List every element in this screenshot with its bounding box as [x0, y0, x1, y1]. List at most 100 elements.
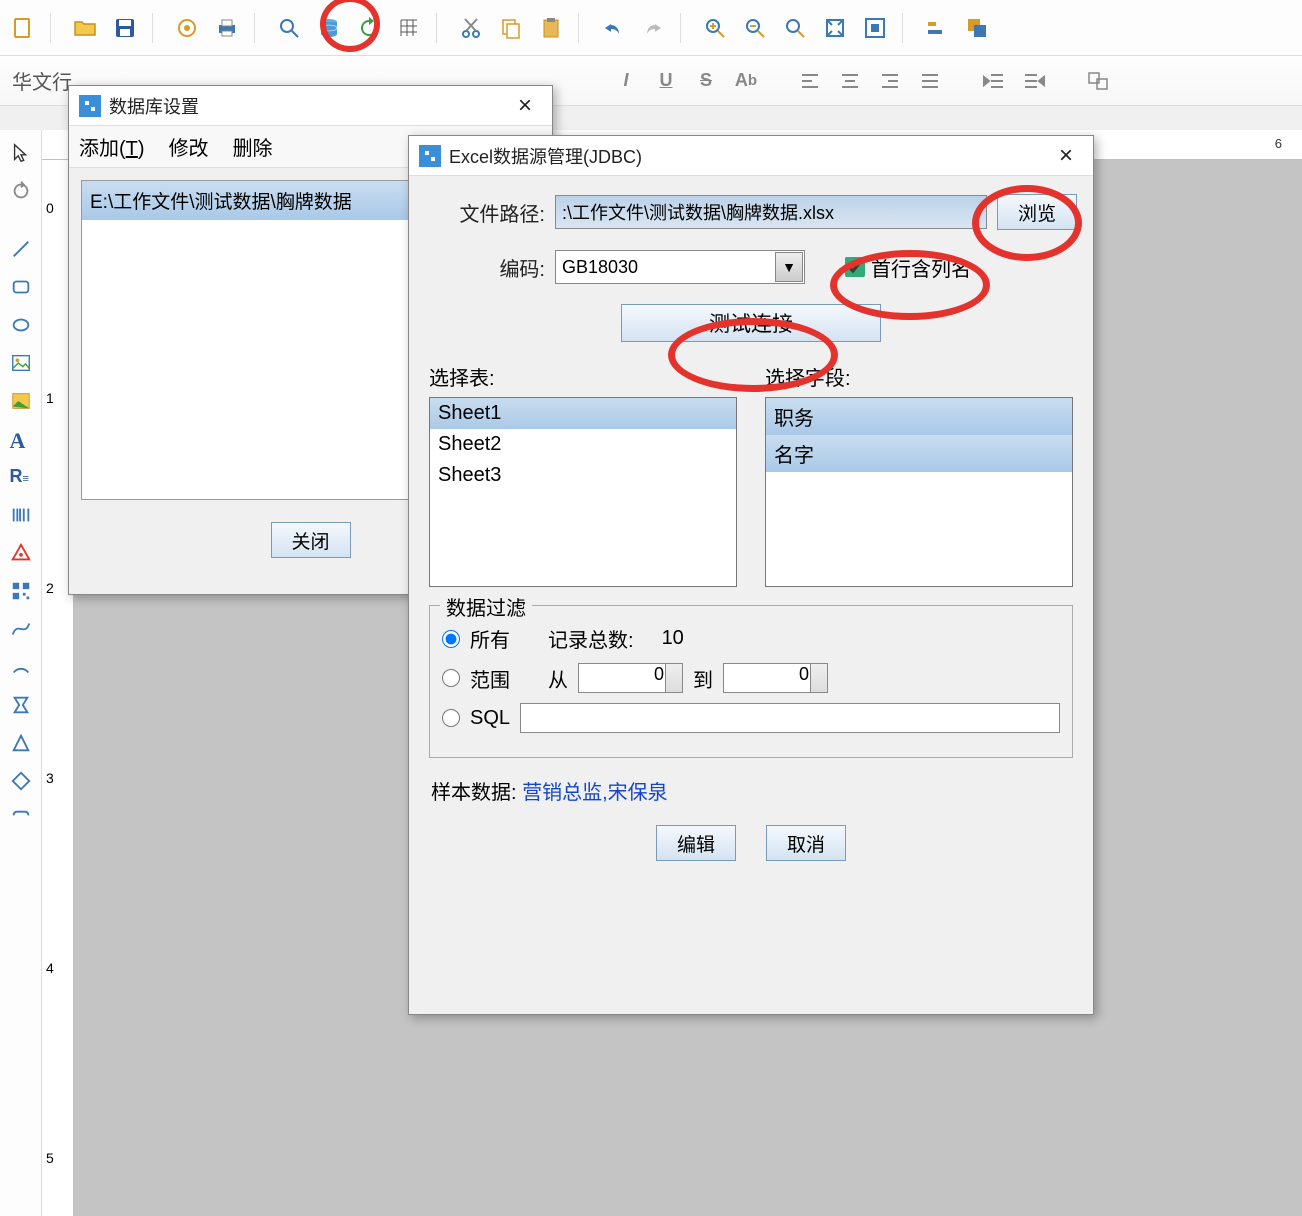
indent-increase-button[interactable]	[976, 63, 1012, 99]
menu-add[interactable]: 添加(T)	[79, 132, 145, 161]
text-tool-button[interactable]: A	[4, 422, 38, 456]
open-file-button[interactable]	[66, 9, 104, 47]
table-list-item[interactable]: Sheet3	[430, 460, 736, 491]
table-list-item[interactable]: Sheet1	[430, 398, 736, 429]
align-left-button[interactable]	[792, 63, 828, 99]
rotate-tool-button[interactable]	[4, 174, 38, 208]
select-table-label: 选择表:	[429, 362, 737, 391]
sample-data-value: 营销总监,宋保泉	[522, 782, 668, 804]
cancel-button[interactable]: 取消	[766, 825, 846, 861]
align-center-button[interactable]	[832, 63, 868, 99]
database-button[interactable]	[310, 9, 348, 47]
copy-button[interactable]	[492, 9, 530, 47]
redo-button[interactable]	[634, 9, 672, 47]
record-count-label: 记录总数:	[548, 624, 634, 653]
menu-modify[interactable]: 修改	[169, 132, 209, 161]
filter-range-radio[interactable]	[442, 669, 460, 687]
filter-sql-radio[interactable]	[442, 709, 460, 727]
filter-all-label: 所有	[470, 624, 510, 653]
table-list-item[interactable]: Sheet2	[430, 429, 736, 460]
actual-size-button[interactable]	[856, 9, 894, 47]
image-tool-button[interactable]	[4, 346, 38, 380]
ellipse-tool-button[interactable]	[4, 308, 38, 342]
curve-tool-button[interactable]	[4, 612, 38, 646]
zoom-out-button[interactable]	[736, 9, 774, 47]
test-connection-button[interactable]: 测试连接	[621, 304, 881, 342]
menu-delete[interactable]: 删除	[233, 132, 273, 161]
table-listbox[interactable]: Sheet1 Sheet2 Sheet3	[429, 397, 737, 587]
to-spinner[interactable]: 0	[723, 663, 828, 693]
sample-data-label: 样本数据:	[431, 782, 517, 804]
align-button[interactable]	[918, 9, 956, 47]
triangle-tool-button[interactable]	[4, 726, 38, 760]
close-button[interactable]: 关闭	[271, 522, 351, 558]
field-list-item[interactable]: 名字	[766, 435, 1072, 472]
excel-datasource-dialog: Excel数据源管理(JDBC) × 文件路径: 浏览 编码: ▼ 首行含列名 …	[408, 135, 1094, 1015]
line-tool-button[interactable]	[4, 232, 38, 266]
left-toolbar: A R≡	[0, 130, 42, 1216]
cursor-tool-button[interactable]	[4, 136, 38, 170]
main-toolbar	[0, 0, 1302, 56]
zoom-fit-button[interactable]	[776, 9, 814, 47]
filter-all-radio[interactable]	[442, 630, 460, 648]
app-icon	[419, 145, 441, 167]
preview-button[interactable]	[270, 9, 308, 47]
sql-input[interactable]	[520, 703, 1060, 733]
polygon-tool-button[interactable]	[4, 688, 38, 722]
superscript-button[interactable]: Ab	[728, 63, 764, 99]
grid-button[interactable]	[390, 9, 428, 47]
close-icon[interactable]: ×	[1049, 142, 1083, 170]
print-button[interactable]	[208, 9, 246, 47]
app-icon	[79, 95, 101, 117]
record-count-value: 10	[662, 627, 684, 650]
fit-page-button[interactable]	[816, 9, 854, 47]
encoding-select[interactable]	[555, 250, 805, 284]
refresh-button[interactable]	[350, 9, 388, 47]
browse-button[interactable]: 浏览	[997, 194, 1077, 230]
dialog-titlebar: Excel数据源管理(JDBC) ×	[409, 136, 1093, 176]
align-right-button[interactable]	[872, 63, 908, 99]
rhombus-tool-button[interactable]	[4, 764, 38, 798]
underline-button[interactable]: U	[648, 63, 684, 99]
photo-tool-button[interactable]	[4, 384, 38, 418]
field-listbox[interactable]: 职务 名字	[765, 397, 1073, 587]
qr-tool-button[interactable]	[4, 574, 38, 608]
group-button[interactable]	[1080, 63, 1116, 99]
filter-sql-label: SQL	[470, 707, 510, 730]
indent-decrease-button[interactable]	[1016, 63, 1052, 99]
richtext-tool-button[interactable]: R≡	[4, 460, 38, 494]
field-list-item[interactable]: 职务	[766, 398, 1072, 435]
ruler-tick: 6	[1275, 136, 1282, 151]
undo-button[interactable]	[594, 9, 632, 47]
paste-button[interactable]	[532, 9, 570, 47]
rect-tool-button[interactable]	[4, 270, 38, 304]
header-row-checkbox[interactable]: 首行含列名	[845, 253, 971, 282]
settings-button[interactable]	[168, 9, 206, 47]
strikethrough-button[interactable]: S	[688, 63, 724, 99]
edit-button[interactable]: 编辑	[656, 825, 736, 861]
new-file-button[interactable]	[4, 9, 42, 47]
data-filter-group: 数据过滤 所有 记录总数: 10 范围 从 0 到 0 SQL	[429, 605, 1073, 758]
cut-button[interactable]	[452, 9, 490, 47]
barcode-tool-button[interactable]	[4, 498, 38, 532]
file-path-input[interactable]	[555, 195, 987, 229]
zoom-in-button[interactable]	[696, 9, 734, 47]
rounded-tool-button[interactable]	[4, 802, 38, 836]
to-label: 到	[693, 664, 713, 693]
dialog-title: 数据库设置	[109, 93, 199, 119]
shape-tool-button[interactable]	[4, 536, 38, 570]
from-spinner[interactable]: 0	[578, 663, 683, 693]
header-checkbox-input[interactable]	[845, 257, 865, 277]
align-justify-button[interactable]	[912, 63, 948, 99]
layers-button[interactable]	[958, 9, 996, 47]
arc-tool-button[interactable]	[4, 650, 38, 684]
italic-button[interactable]: I	[608, 63, 644, 99]
save-button[interactable]	[106, 9, 144, 47]
dialog-title: Excel数据源管理(JDBC)	[449, 143, 642, 169]
ruler-tick: 4	[46, 960, 54, 976]
file-path-label: 文件路径:	[425, 198, 545, 227]
ruler-tick: 1	[46, 390, 54, 406]
close-icon[interactable]: ×	[508, 92, 542, 120]
dialog-titlebar: 数据库设置 ×	[69, 86, 552, 126]
ruler-tick: 2	[46, 580, 54, 596]
